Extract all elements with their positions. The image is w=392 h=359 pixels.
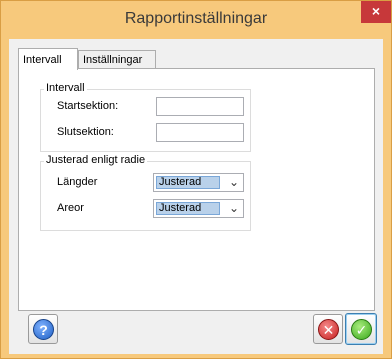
start-section-label: Startsektion:: [57, 100, 119, 112]
tab-intervall[interactable]: Intervall: [18, 48, 78, 70]
close-button[interactable]: ×: [361, 1, 391, 23]
interval-group: Intervall Startsektion: Slutsektion:: [40, 82, 251, 152]
help-icon: ?: [33, 319, 54, 340]
chevron-down-icon: ⌄: [228, 201, 239, 215]
title-bar[interactable]: Rapportinställningar ×: [1, 1, 391, 39]
end-section-label: Slutsektion:: [57, 126, 114, 138]
lengths-selected-value: Justerad: [156, 176, 220, 189]
areas-selected-value: Justerad: [156, 202, 220, 215]
help-button[interactable]: ?: [28, 314, 58, 344]
ok-checkmark-icon: ✓: [351, 319, 372, 340]
ok-button[interactable]: ✓: [345, 313, 377, 345]
tab-installningar[interactable]: Inställningar: [78, 50, 156, 69]
adjust-by-radius-group: Justerad enligt radie Längder Justerad ⌄…: [40, 154, 251, 231]
start-section-input[interactable]: [156, 97, 244, 116]
lengths-select[interactable]: Justerad ⌄: [153, 173, 244, 192]
tab-label: Inställningar: [83, 54, 143, 66]
dialog-client-area: Intervall Inställningar Intervall Starts…: [9, 39, 383, 354]
dialog-title: Rapportinställningar: [124, 10, 268, 27]
chevron-down-icon: ⌄: [228, 175, 239, 189]
end-section-input[interactable]: [156, 123, 244, 142]
lengths-label: Längder: [57, 176, 98, 188]
adjust-group-label: Justerad enligt radie: [44, 154, 148, 166]
areas-select[interactable]: Justerad ⌄: [153, 199, 244, 218]
tab-panel-intervall: Intervall Startsektion: Slutsektion: Jus…: [18, 68, 375, 311]
cancel-icon: ✕: [318, 319, 339, 340]
interval-group-label: Intervall: [44, 82, 87, 94]
areas-label: Areor: [57, 202, 84, 214]
dialog-window: Rapportinställningar × Intervall Inställ…: [0, 0, 392, 359]
tab-label: Intervall: [23, 54, 62, 66]
cancel-button[interactable]: ✕: [313, 314, 343, 344]
close-icon: ×: [371, 3, 381, 19]
